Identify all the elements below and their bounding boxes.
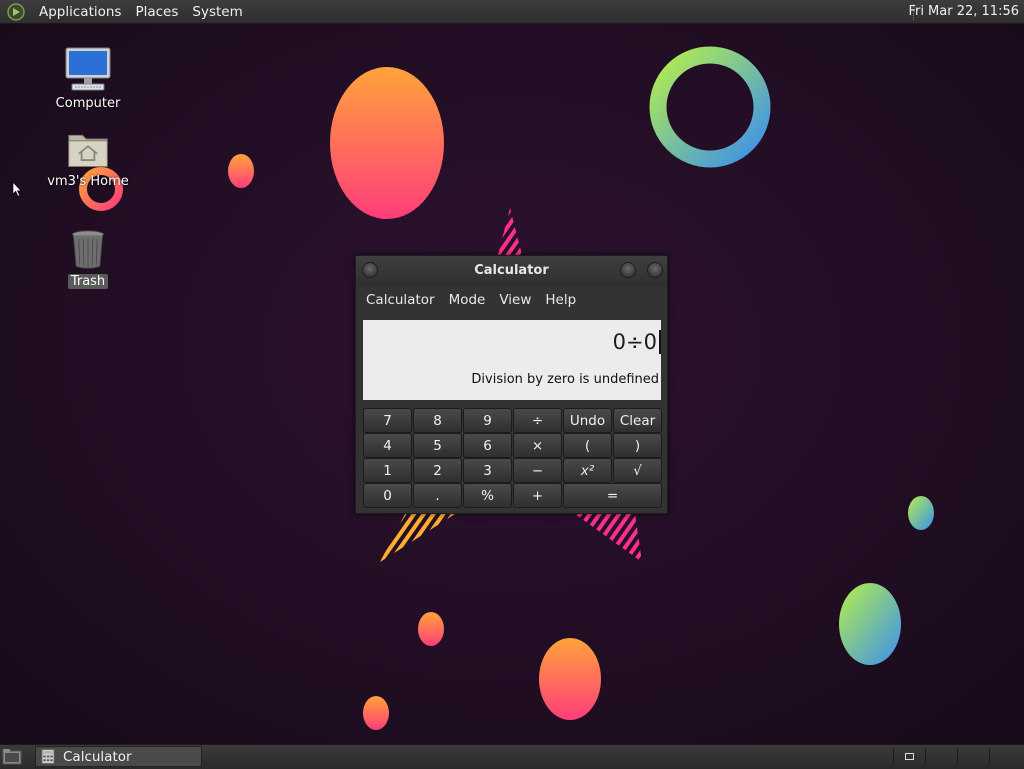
key-6[interactable]: 6 xyxy=(463,433,512,458)
key-add[interactable]: + xyxy=(513,483,562,508)
expression-input[interactable]: 0÷0 xyxy=(613,330,657,354)
taskbar-item-calculator[interactable]: Calculator xyxy=(35,746,202,767)
menu-view[interactable]: View xyxy=(492,292,538,308)
key-divide[interactable]: ÷ xyxy=(513,408,562,433)
key-0[interactable]: 0 xyxy=(363,483,412,508)
trash-icon xyxy=(71,230,105,269)
clear-button[interactable]: Clear xyxy=(613,408,662,433)
minimize-button[interactable] xyxy=(620,262,636,278)
distro-logo-icon[interactable] xyxy=(6,2,26,22)
menu-help[interactable]: Help xyxy=(538,292,583,308)
text-cursor xyxy=(659,330,661,354)
show-desktop-icon[interactable] xyxy=(2,748,22,766)
key-5[interactable]: 5 xyxy=(413,433,462,458)
key-percent[interactable]: % xyxy=(463,483,512,508)
key-square[interactable]: x² xyxy=(563,458,612,483)
close-button[interactable] xyxy=(647,262,663,278)
workspace-3[interactable] xyxy=(957,748,989,766)
workspace-switcher xyxy=(893,748,1023,766)
key-decimal[interactable]: . xyxy=(413,483,462,508)
desktop-icon-label: vm3's Home xyxy=(47,174,129,189)
taskbar-item-label: Calculator xyxy=(63,749,132,765)
window-titlebar[interactable]: Calculator xyxy=(356,256,667,286)
workspace-4[interactable] xyxy=(989,748,1021,766)
keypad: 7 8 9 ÷ Undo Clear 4 5 6 × ( ) 1 2 3 − x… xyxy=(363,408,662,508)
key-close-paren[interactable]: ) xyxy=(613,433,662,458)
home-folder-icon xyxy=(68,134,108,167)
key-9[interactable]: 9 xyxy=(463,408,512,433)
top-panel: Applications Places System Fri Mar 22, 1… xyxy=(0,0,1024,24)
applications-menu[interactable]: Applications xyxy=(32,4,128,20)
key-8[interactable]: 8 xyxy=(413,408,462,433)
bottom-panel: Calculator xyxy=(0,744,1024,769)
desktop-icon-label: Trash xyxy=(67,274,109,289)
undo-button[interactable]: Undo xyxy=(563,408,612,433)
key-2[interactable]: 2 xyxy=(413,458,462,483)
workspace-2[interactable] xyxy=(925,748,957,766)
clock[interactable]: Fri Mar 22, 11:56 xyxy=(908,0,1019,24)
key-7[interactable]: 7 xyxy=(363,408,412,433)
key-3[interactable]: 3 xyxy=(463,458,512,483)
places-menu[interactable]: Places xyxy=(128,4,185,20)
desktop-icon-home[interactable]: vm3's Home xyxy=(43,128,133,189)
calculator-window: Calculator Calculator Mode View Help 0÷0… xyxy=(355,255,668,514)
menu-bar: Calculator Mode View Help xyxy=(356,286,667,314)
calculator-icon xyxy=(41,749,55,764)
key-open-paren[interactable]: ( xyxy=(563,433,612,458)
mouse-pointer-icon xyxy=(12,181,23,197)
menu-mode[interactable]: Mode xyxy=(442,292,493,308)
desktop-icon-computer[interactable]: Computer xyxy=(43,46,133,111)
result-message: Division by zero is undefined xyxy=(471,372,659,387)
key-subtract[interactable]: − xyxy=(513,458,562,483)
desktop-icon-label: Computer xyxy=(55,96,121,111)
key-1[interactable]: 1 xyxy=(363,458,412,483)
workspace-1[interactable] xyxy=(893,748,925,766)
calculator-display[interactable]: 0÷0 Division by zero is undefined xyxy=(363,320,661,400)
computer-icon xyxy=(65,47,111,91)
key-equals[interactable]: = xyxy=(563,483,662,508)
key-4[interactable]: 4 xyxy=(363,433,412,458)
key-multiply[interactable]: × xyxy=(513,433,562,458)
menu-calculator[interactable]: Calculator xyxy=(359,292,442,308)
system-menu[interactable]: System xyxy=(185,4,249,20)
desktop-icon-trash[interactable]: Trash xyxy=(43,228,133,289)
key-sqrt[interactable]: √ xyxy=(613,458,662,483)
